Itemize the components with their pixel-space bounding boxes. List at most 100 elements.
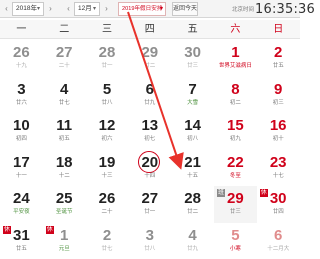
day-cell[interactable]: 14 初八 xyxy=(171,113,214,150)
lunar-date: 廿一 xyxy=(101,63,113,69)
day-number: 29 xyxy=(141,44,159,61)
day-cell[interactable]: 休 31 廿五 xyxy=(0,223,43,259)
day-cell[interactable]: 24 平安夜 xyxy=(0,186,43,223)
day-cell[interactable]: 1 世界艾滋病日 xyxy=(214,40,257,77)
clock-caption: 北京时间 xyxy=(232,7,255,13)
day-cell[interactable]: 班 29 廿三 xyxy=(214,186,257,223)
day-cell[interactable]: 27 二十 xyxy=(43,40,86,77)
day-number: 8 xyxy=(231,80,240,98)
day-cell[interactable]: 9 初三 xyxy=(257,77,300,114)
lunar-date: 十七 xyxy=(272,172,284,179)
day-cell[interactable]: 休 30 廿四 xyxy=(257,186,300,223)
weekday-label: 一 xyxy=(16,24,27,35)
back-to-today-button[interactable]: 返回今天 xyxy=(172,2,198,16)
festival-label: 冬至 xyxy=(229,172,241,179)
day-cell[interactable]: 休 1 元旦 xyxy=(43,223,86,259)
lunar-date: 十四 xyxy=(144,172,156,179)
lunar-date: 初七 xyxy=(144,136,156,142)
lunar-date: 廿八 xyxy=(101,99,113,106)
day-number: 2 xyxy=(274,44,283,61)
day-number: 30 xyxy=(184,44,201,61)
festival-label: 大雪 xyxy=(187,99,199,106)
day-cell[interactable]: 16 初十 xyxy=(257,113,300,150)
prev-year-button[interactable]: ‹ xyxy=(2,3,11,15)
day-cell[interactable]: 28 廿一 xyxy=(86,40,129,77)
day-number: 3 xyxy=(145,226,154,244)
lunar-date: 廿七 xyxy=(101,245,113,252)
day-cell[interactable]: 11 初五 xyxy=(43,113,86,150)
today-ring xyxy=(138,150,161,173)
weekday-label: 二 xyxy=(59,24,70,35)
lunar-date: 初四 xyxy=(15,136,27,142)
day-cell[interactable]: 19 十三 xyxy=(86,150,129,187)
day-number: 12 xyxy=(98,117,116,134)
day-cell[interactable]: 17 十一 xyxy=(0,150,43,187)
prev-month-button[interactable]: ‹ xyxy=(64,3,73,15)
day-cell[interactable]: 21 十五 xyxy=(171,150,214,187)
day-cell[interactable]: 29 廿二 xyxy=(128,40,171,77)
day-cell[interactable]: 5 小寒 xyxy=(214,223,257,259)
lunar-date: 廿一 xyxy=(144,209,156,215)
day-cell[interactable]: 25 圣诞节 xyxy=(43,186,86,223)
day-cell[interactable]: 2 廿五 xyxy=(257,40,300,77)
festival-label: 小寒 xyxy=(229,245,241,252)
chevron-down-icon: ▾ xyxy=(159,6,163,12)
day-number: 13 xyxy=(141,117,159,134)
month-select-value: 12月 xyxy=(78,5,92,12)
lunar-date: 廿三 xyxy=(187,63,199,69)
lunar-date: 初九 xyxy=(229,136,241,142)
day-cell[interactable]: 6 十二月大 xyxy=(257,223,300,259)
day-cell[interactable]: 27 廿一 xyxy=(128,186,171,223)
lunar-date: 初二 xyxy=(229,99,241,106)
day-cell[interactable]: 8 初二 xyxy=(214,77,257,114)
festival-label: 平安夜 xyxy=(13,209,30,215)
day-cell[interactable]: 15 初九 xyxy=(214,113,257,150)
day-cell[interactable]: 18 十二 xyxy=(43,150,86,187)
day-cell-today[interactable]: 20 十四 xyxy=(128,150,171,187)
lunar-date: 廿四 xyxy=(272,209,284,215)
day-cell[interactable]: 26 十九 xyxy=(0,40,43,77)
day-number: 1 xyxy=(231,44,240,61)
day-cell[interactable]: 7 大雪 xyxy=(171,77,214,114)
day-cell[interactable]: 4 廿七 xyxy=(43,77,86,114)
lunar-date: 十二月大 xyxy=(267,245,290,252)
day-number: 15 xyxy=(227,117,244,134)
day-number: 7 xyxy=(188,80,197,98)
day-cell[interactable]: 5 廿八 xyxy=(86,77,129,114)
lunar-date: 廿三 xyxy=(229,209,241,215)
festival-label: 世界艾滋病日 xyxy=(218,63,252,69)
day-cell[interactable]: 2 廿七 xyxy=(86,223,129,259)
lunar-date: 十一 xyxy=(15,172,27,179)
year-select-value: 2018年 xyxy=(16,5,37,12)
year-select[interactable]: 2018年 ▾ xyxy=(12,2,44,16)
lunar-date: 初八 xyxy=(187,136,199,142)
day-number: 21 xyxy=(184,153,201,171)
lunar-date: 廿五 xyxy=(15,245,27,252)
day-cell[interactable]: 3 廿八 xyxy=(128,223,171,259)
day-cell[interactable]: 22 冬至 xyxy=(214,150,257,187)
day-cell[interactable]: 13 初七 xyxy=(128,113,171,150)
next-month-button[interactable]: › xyxy=(102,3,111,15)
festival-label: 元旦 xyxy=(58,245,70,252)
day-number: 5 xyxy=(231,226,240,244)
holiday-select[interactable]: 2019年假日安排 ▾ xyxy=(118,2,166,16)
next-year-button[interactable]: › xyxy=(46,3,55,15)
month-select[interactable]: 12月 ▾ xyxy=(74,2,100,16)
day-number: 25 xyxy=(55,190,73,207)
day-cell[interactable]: 6 廿九 xyxy=(128,77,171,114)
workday-badge: 班 xyxy=(217,189,225,197)
lunar-date: 廿八 xyxy=(144,245,156,252)
holiday-badge: 休 xyxy=(3,225,11,234)
day-number: 27 xyxy=(55,44,73,61)
day-cell[interactable]: 26 二十 xyxy=(86,186,129,223)
day-number: 3 xyxy=(17,80,26,98)
day-cell[interactable]: 12 初六 xyxy=(86,113,129,150)
weekday-label: 五 xyxy=(187,24,198,35)
day-cell[interactable]: 4 廿九 xyxy=(171,223,214,259)
lunar-date: 十三 xyxy=(101,172,113,179)
day-cell[interactable]: 30 廿三 xyxy=(171,40,214,77)
day-cell[interactable]: 10 初四 xyxy=(0,113,43,150)
day-cell[interactable]: 23 十七 xyxy=(257,150,300,187)
day-cell[interactable]: 28 廿二 xyxy=(171,186,214,223)
day-cell[interactable]: 3 廿六 xyxy=(0,77,43,114)
